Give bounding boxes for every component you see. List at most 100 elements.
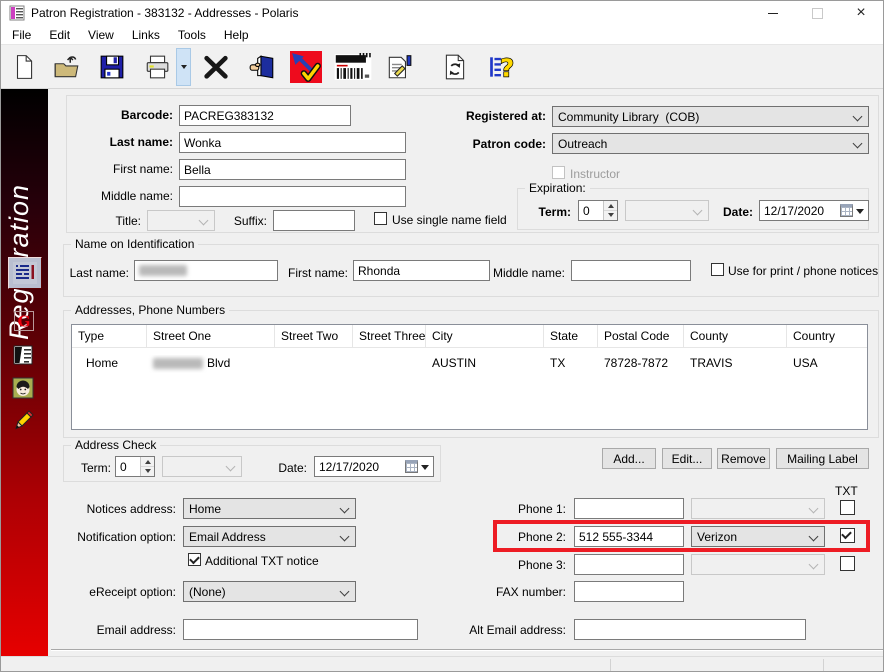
sidebar-item-edit[interactable]: [11, 408, 35, 432]
maximize-icon: [812, 8, 823, 19]
expiration-term-spinner[interactable]: 0: [578, 200, 618, 221]
address-check-date-picker[interactable]: 12/17/2020: [314, 456, 434, 477]
spin-down-icon[interactable]: [141, 467, 154, 476]
refresh-button[interactable]: [436, 48, 474, 86]
sidebar-item-registration[interactable]: [8, 257, 42, 289]
toolbar: ?: [1, 44, 883, 89]
id-first-name-input[interactable]: [353, 260, 490, 281]
barcode-scan-button[interactable]: [331, 48, 375, 86]
circulation-view-icon: G: [14, 311, 34, 331]
menu-view[interactable]: View: [79, 26, 123, 44]
additional-txt-checkbox[interactable]: [188, 553, 201, 566]
last-name-label: Last name:: [63, 135, 173, 149]
last-name-input[interactable]: [179, 132, 406, 153]
calendar-icon: [405, 460, 418, 473]
middle-name-input[interactable]: [179, 186, 406, 207]
save-button[interactable]: [93, 48, 131, 86]
chevron-down-icon: [340, 587, 350, 597]
col-country[interactable]: Country: [787, 325, 867, 347]
menu-file[interactable]: File: [3, 26, 40, 44]
phone2-txt-checkbox[interactable]: [840, 528, 855, 543]
id-middle-name-input[interactable]: [571, 260, 691, 281]
chevron-down-icon: [693, 206, 703, 216]
col-city[interactable]: City: [426, 325, 544, 347]
menu-edit[interactable]: Edit: [40, 26, 79, 44]
mailing-label-button[interactable]: Mailing Label: [776, 448, 869, 469]
cell-county: TRAVIS: [684, 355, 787, 373]
spin-up-icon[interactable]: [141, 457, 154, 467]
alt-email-label: Alt Email address:: [456, 623, 566, 637]
phone2-label: Phone 2:: [506, 530, 566, 544]
alt-email-input[interactable]: [574, 619, 806, 640]
new-record-icon: [11, 54, 37, 80]
phone3-input[interactable]: [574, 554, 684, 575]
use-for-notices-checkbox[interactable]: [711, 263, 724, 276]
patron-code-label: Patron code:: [429, 137, 546, 151]
txt-column-header: TXT: [835, 484, 863, 498]
minimize-button[interactable]: [751, 1, 795, 25]
date-dropdown-icon[interactable]: [856, 209, 864, 214]
col-street-three[interactable]: Street Three: [353, 325, 426, 347]
col-postal-code[interactable]: Postal Code: [598, 325, 684, 347]
add-button[interactable]: Add...: [602, 448, 656, 469]
barcode-input[interactable]: [179, 105, 351, 126]
col-state[interactable]: State: [544, 325, 598, 347]
col-street-two[interactable]: Street Two: [275, 325, 353, 347]
edit-button[interactable]: Edit...: [662, 448, 712, 469]
addresses-table-header: Type Street One Street Two Street Three …: [72, 325, 867, 348]
notes-view-icon: [12, 344, 34, 366]
spin-down-icon[interactable]: [604, 211, 617, 220]
suffix-input[interactable]: [273, 210, 355, 231]
id-last-name-input[interactable]: [134, 260, 278, 281]
col-county[interactable]: County: [684, 325, 787, 347]
notification-option-select[interactable]: Email Address: [183, 526, 356, 547]
redacted-text: [139, 265, 187, 276]
close-icon: ×: [856, 5, 865, 21]
col-street-one[interactable]: Street One: [147, 325, 275, 347]
phone1-input[interactable]: [574, 498, 684, 519]
close-button[interactable]: ×: [839, 1, 883, 25]
cell-type: Home: [72, 355, 147, 373]
print-button[interactable]: [138, 48, 176, 86]
chevron-down-icon: [809, 504, 819, 514]
phone2-input[interactable]: [574, 526, 684, 547]
check-patron-button[interactable]: [243, 48, 281, 86]
spin-up-icon[interactable]: [604, 201, 617, 211]
phone3-txt-checkbox[interactable]: [840, 556, 855, 571]
menu-tools[interactable]: Tools: [169, 26, 215, 44]
single-name-checkbox[interactable]: [374, 212, 387, 225]
about-view-icon: [12, 377, 34, 399]
open-button[interactable]: [48, 48, 86, 86]
patron-code-select[interactable]: Outreach: [552, 133, 869, 154]
remove-button[interactable]: Remove: [717, 448, 770, 469]
date-dropdown-icon[interactable]: [421, 465, 429, 470]
address-row[interactable]: Home Blvd AUSTIN TX 78728-7872 TRAVIS US…: [72, 355, 867, 373]
verify-address-button[interactable]: [287, 48, 325, 86]
sidebar-item-about[interactable]: [12, 377, 34, 399]
notices-address-select[interactable]: Home: [183, 498, 356, 519]
new-record-button[interactable]: [5, 48, 43, 86]
delete-button[interactable]: [197, 48, 235, 86]
ereceipt-option-select[interactable]: (None): [183, 581, 356, 602]
email-address-label: Email address:: [66, 623, 176, 637]
phone3-label: Phone 3:: [506, 558, 566, 572]
menu-links[interactable]: Links: [123, 26, 169, 44]
print-options-button[interactable]: [176, 48, 191, 86]
properties-button[interactable]: [380, 48, 418, 86]
phone1-txt-checkbox[interactable]: [840, 500, 855, 515]
expiration-date-picker[interactable]: 12/17/2020: [759, 200, 869, 221]
phone2-carrier-select[interactable]: Verizon: [691, 526, 825, 547]
fax-number-input[interactable]: [574, 581, 684, 602]
help-button[interactable]: ?: [483, 48, 521, 86]
address-check-term-label: Term:: [73, 461, 111, 475]
registered-at-select[interactable]: Community Library (COB): [552, 106, 869, 127]
col-type[interactable]: Type: [72, 325, 147, 347]
chevron-down-icon: [340, 504, 350, 514]
first-name-input[interactable]: [179, 159, 406, 180]
calendar-icon: [840, 204, 853, 217]
sidebar-item-circulation[interactable]: G: [14, 311, 34, 331]
menu-help[interactable]: Help: [215, 26, 258, 44]
address-check-term-spinner[interactable]: 0: [115, 456, 155, 477]
email-address-input[interactable]: [183, 619, 418, 640]
sidebar-item-notes[interactable]: [12, 344, 34, 366]
